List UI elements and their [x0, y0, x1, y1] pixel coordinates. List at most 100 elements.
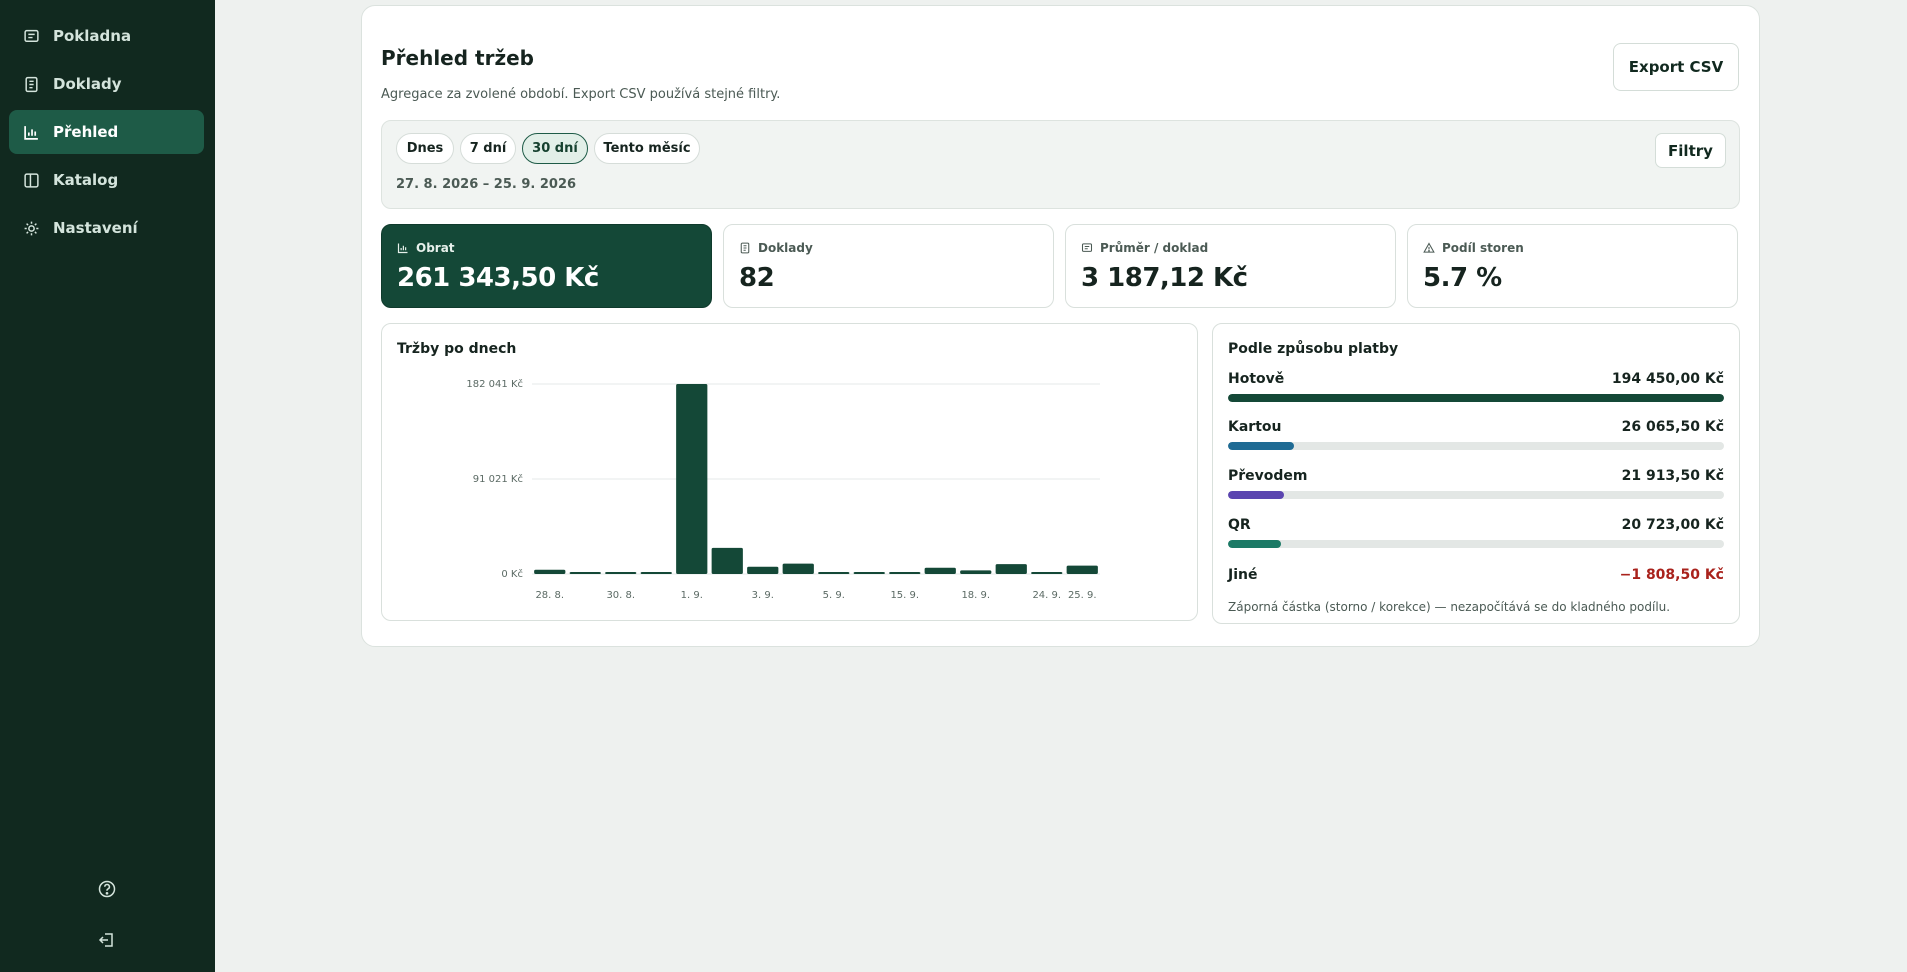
payment-row: Jiné −1 808,50 Kč [1228, 567, 1724, 583]
kpi-average-per-document: Průměr / doklad 3 187,12 Kč [1065, 224, 1396, 308]
receipt-icon [1081, 243, 1093, 252]
kpi-documents: Doklady 82 [723, 224, 1054, 308]
document-icon [25, 76, 38, 92]
gear-icon [24, 221, 39, 235]
x-tick-label: 25. 9. [1068, 590, 1097, 601]
bar-chart-icon [24, 125, 38, 140]
payment-method-amount: 20 723,00 Kč [1621, 517, 1724, 533]
sidebar-item-doklady[interactable]: Doklady [9, 62, 204, 106]
bar[interactable] [569, 572, 601, 574]
receipt-icon [24, 29, 39, 42]
payment-method-amount: 194 450,00 Kč [1611, 371, 1724, 387]
payment-note: Záporná částka (storno / korekce) — neza… [1228, 600, 1671, 614]
payment-method-amount: −1 808,50 Kč [1619, 567, 1724, 583]
page-subtitle: Agregace za zvolené období. Export CSV p… [381, 87, 781, 102]
preset-today-chip[interactable]: Dnes [396, 133, 454, 164]
daily-revenue-chart-card: 0 Kč 91 021 Kč 182 041 Kč 28. 8. 30. 8. 1. 9.… [381, 323, 1198, 621]
bar[interactable] [640, 572, 672, 574]
warning-icon [1423, 242, 1435, 253]
payment-row-header: Jiné −1 808,50 Kč [1228, 567, 1724, 583]
payment-row-header: QR 20 723,00 Kč [1228, 517, 1724, 533]
payment-share-bar [1228, 394, 1724, 402]
kpi-label-wrap: Obrat [397, 241, 455, 255]
x-tick-label: 5. 9. [823, 590, 845, 601]
bar[interactable] [1066, 565, 1098, 574]
payment-methods-title: Podle způsobu platby [1228, 341, 1399, 357]
payment-method-amount: 21 913,50 Kč [1621, 468, 1724, 484]
sidebar-item-label: Doklady [53, 75, 122, 93]
payment-method-label: Hotově [1228, 371, 1285, 387]
sidebar-item-prehled[interactable]: Přehled [9, 110, 204, 154]
kpi-turnover: Obrat 261 343,50 Kč [381, 224, 712, 308]
payment-method-label: Kartou [1228, 419, 1282, 435]
filter-panel: Dnes 7 dní 30 dní Tento měsíc 27. 8. 202… [381, 120, 1740, 209]
x-tick-label: 1. 9. [681, 590, 703, 601]
bar[interactable] [853, 572, 885, 574]
bar[interactable] [995, 564, 1027, 574]
y-tick-label: 0 Kč [501, 568, 523, 580]
bar[interactable] [924, 567, 956, 574]
bar[interactable] [782, 563, 814, 574]
kpi-label: Podíl storen [1442, 241, 1524, 255]
x-tick-label: 30. 8. [606, 590, 635, 601]
preset-7-days-chip[interactable]: 7 dní [460, 133, 516, 164]
bar[interactable] [1031, 572, 1063, 574]
kpi-label-wrap: Doklady [739, 241, 813, 255]
help-icon[interactable] [97, 879, 117, 899]
document-icon [740, 242, 750, 254]
kpi-label: Obrat [416, 241, 455, 255]
sidebar-item-pokladna[interactable]: Pokladna [9, 14, 204, 58]
sidebar-item-nastaveni[interactable]: Nastavení [9, 206, 204, 250]
bar[interactable] [818, 572, 850, 574]
filters-button[interactable]: Filtry [1655, 133, 1726, 168]
bar[interactable] [747, 566, 779, 574]
sidebar: Pokladna Doklady Přehled Katalog Nastave… [0, 0, 215, 972]
sidebar-item-label: Přehled [53, 123, 119, 141]
daily-revenue-chart: 0 Kč 91 021 Kč 182 041 Kč 28. 8. 30. 8. 1. 9.… [466, 378, 1100, 601]
y-tick-label: 91 021 Kč [473, 473, 523, 485]
bar[interactable] [605, 572, 637, 574]
payment-share-bar [1228, 491, 1724, 499]
sidebar-item-label: Katalog [53, 171, 119, 189]
bar[interactable] [711, 547, 743, 574]
payment-share-fill [1228, 491, 1285, 499]
x-tick-label: 18. 9. [961, 590, 990, 601]
payment-row-header: Kartou 26 065,50 Kč [1228, 419, 1724, 435]
kpi-label-wrap: Průměr / doklad [1081, 241, 1208, 255]
payment-row-header: Hotově 194 450,00 Kč [1228, 371, 1724, 387]
bar-chart-icon [397, 243, 408, 254]
payment-methods-card: Podle způsobu platby Hotově 194 450,00 Kč… [1212, 323, 1740, 624]
payment-share-fill [1228, 442, 1295, 450]
x-tick-label: 15. 9. [890, 590, 919, 601]
sidebar-item-katalog[interactable]: Katalog [9, 158, 204, 202]
kpi-value: 261 343,50 Kč [397, 263, 599, 293]
payment-row: Hotově 194 450,00 Kč [1228, 371, 1724, 402]
bar[interactable] [960, 570, 992, 574]
bar[interactable] [676, 384, 708, 574]
y-tick-label: 182 041 Kč [466, 378, 523, 390]
payment-share-fill [1228, 540, 1282, 548]
preset-30-days-chip[interactable]: 30 dní [522, 133, 588, 164]
logout-icon[interactable] [97, 930, 117, 950]
export-csv-button[interactable]: Export CSV [1613, 43, 1739, 91]
payment-method-label: QR [1228, 517, 1251, 533]
kpi-value: 5.7 % [1423, 263, 1502, 293]
payment-share-bar [1228, 442, 1724, 450]
payment-row: QR 20 723,00 Kč [1228, 517, 1724, 548]
sidebar-item-label: Pokladna [53, 27, 132, 45]
page-title: Přehled tržeb [381, 46, 534, 70]
payment-share-bar [1228, 540, 1724, 548]
x-tick-label: 24. 9. [1032, 590, 1061, 601]
sales-overview-card: Přehled tržeb Agregace za zvolené období… [361, 5, 1760, 647]
bar[interactable] [534, 569, 566, 574]
bar[interactable] [889, 572, 921, 574]
x-tick-label: 28. 8. [535, 590, 564, 601]
kpi-value: 82 [739, 263, 775, 293]
payment-method-label: Převodem [1228, 468, 1308, 484]
kpi-label: Průměr / doklad [1100, 241, 1209, 255]
preset-this-month-chip[interactable]: Tento měsíc [594, 133, 700, 164]
payment-row: Převodem 21 913,50 Kč [1228, 468, 1724, 499]
kpi-label: Doklady [758, 241, 813, 255]
sidebar-item-label: Nastavení [53, 219, 138, 237]
payment-share-fill [1228, 394, 1724, 402]
